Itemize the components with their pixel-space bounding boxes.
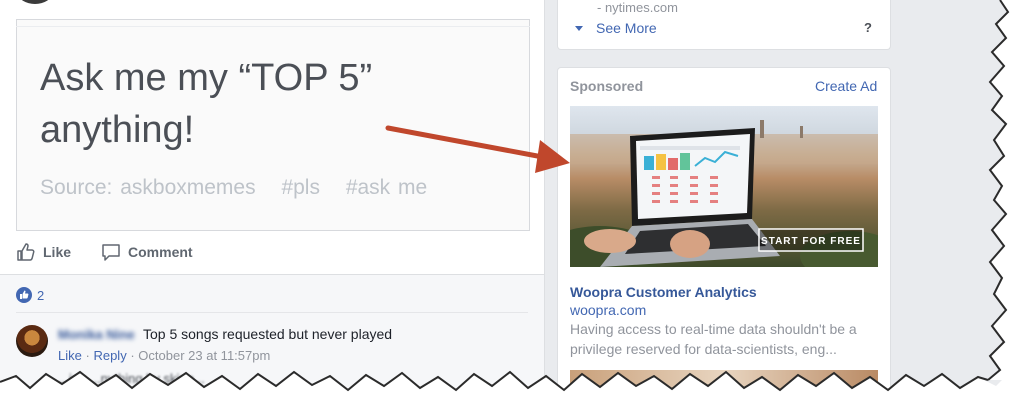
torn-edge-frame bbox=[0, 0, 1024, 407]
